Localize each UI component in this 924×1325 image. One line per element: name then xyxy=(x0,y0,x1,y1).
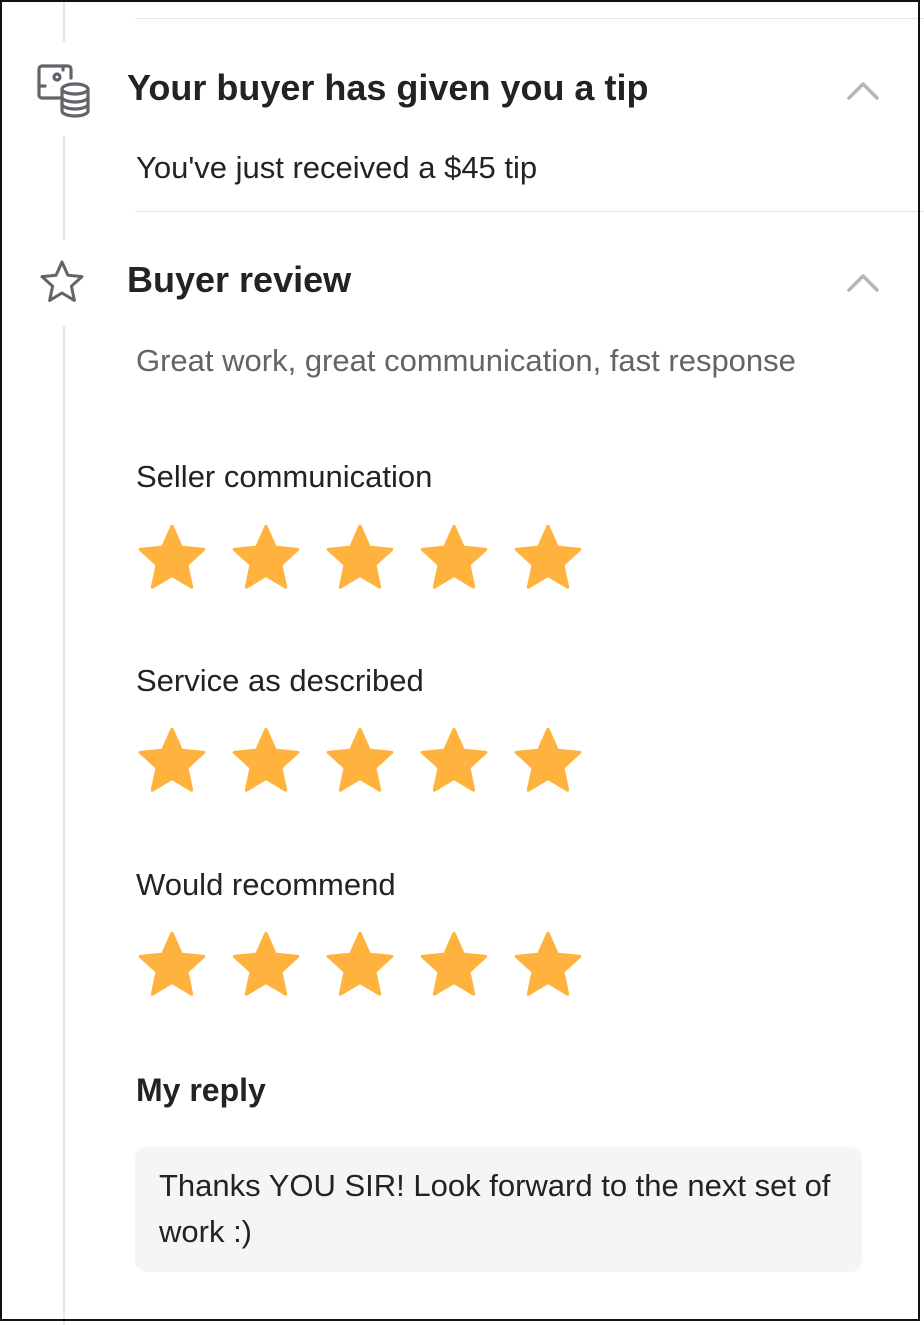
rating-label-would-recommend: Would recommend xyxy=(136,867,396,902)
chevron-up-icon[interactable] xyxy=(846,74,880,108)
my-reply-heading: My reply xyxy=(136,1072,266,1108)
star-filled-icon xyxy=(138,727,206,792)
star-filled-icon xyxy=(138,931,206,996)
star-filled-icon xyxy=(420,524,488,589)
star-rating-service-as-described xyxy=(134,723,586,799)
timeline-line-middle xyxy=(63,136,65,240)
star-filled-icon xyxy=(514,524,582,589)
star-filled-icon xyxy=(138,524,206,589)
rating-label-seller-communication: Seller communication xyxy=(136,459,433,494)
chevron-up-icon[interactable] xyxy=(846,266,880,300)
review-section-title: Buyer review xyxy=(127,259,352,300)
tip-message: You've just received a $45 tip xyxy=(136,150,538,185)
tip-coins-icon xyxy=(35,62,93,120)
review-text: Great work, great communication, fast re… xyxy=(136,343,796,378)
star-filled-icon xyxy=(232,524,300,589)
star-filled-icon xyxy=(420,727,488,792)
star-filled-icon xyxy=(326,931,394,996)
star-filled-icon xyxy=(514,931,582,996)
tip-section-title: Your buyer has given you a tip xyxy=(127,67,649,108)
star-rating-seller-communication xyxy=(134,520,586,596)
divider-top xyxy=(135,18,924,19)
timeline-line-top xyxy=(63,0,65,42)
star-rating-would-recommend xyxy=(134,927,586,1003)
star-filled-icon xyxy=(232,727,300,792)
divider-middle xyxy=(135,211,924,212)
star-filled-icon xyxy=(514,727,582,792)
star-filled-icon xyxy=(420,931,488,996)
star-outline-icon xyxy=(38,258,86,306)
rating-label-service-as-described: Service as described xyxy=(136,663,424,698)
timeline-line-bottom xyxy=(63,326,65,1325)
star-filled-icon xyxy=(232,931,300,996)
reply-text: Thanks YOU SIR! Look forward to the next… xyxy=(135,1147,862,1272)
star-filled-icon xyxy=(326,727,394,792)
star-filled-icon xyxy=(326,524,394,589)
screenshot-border xyxy=(0,0,920,1321)
